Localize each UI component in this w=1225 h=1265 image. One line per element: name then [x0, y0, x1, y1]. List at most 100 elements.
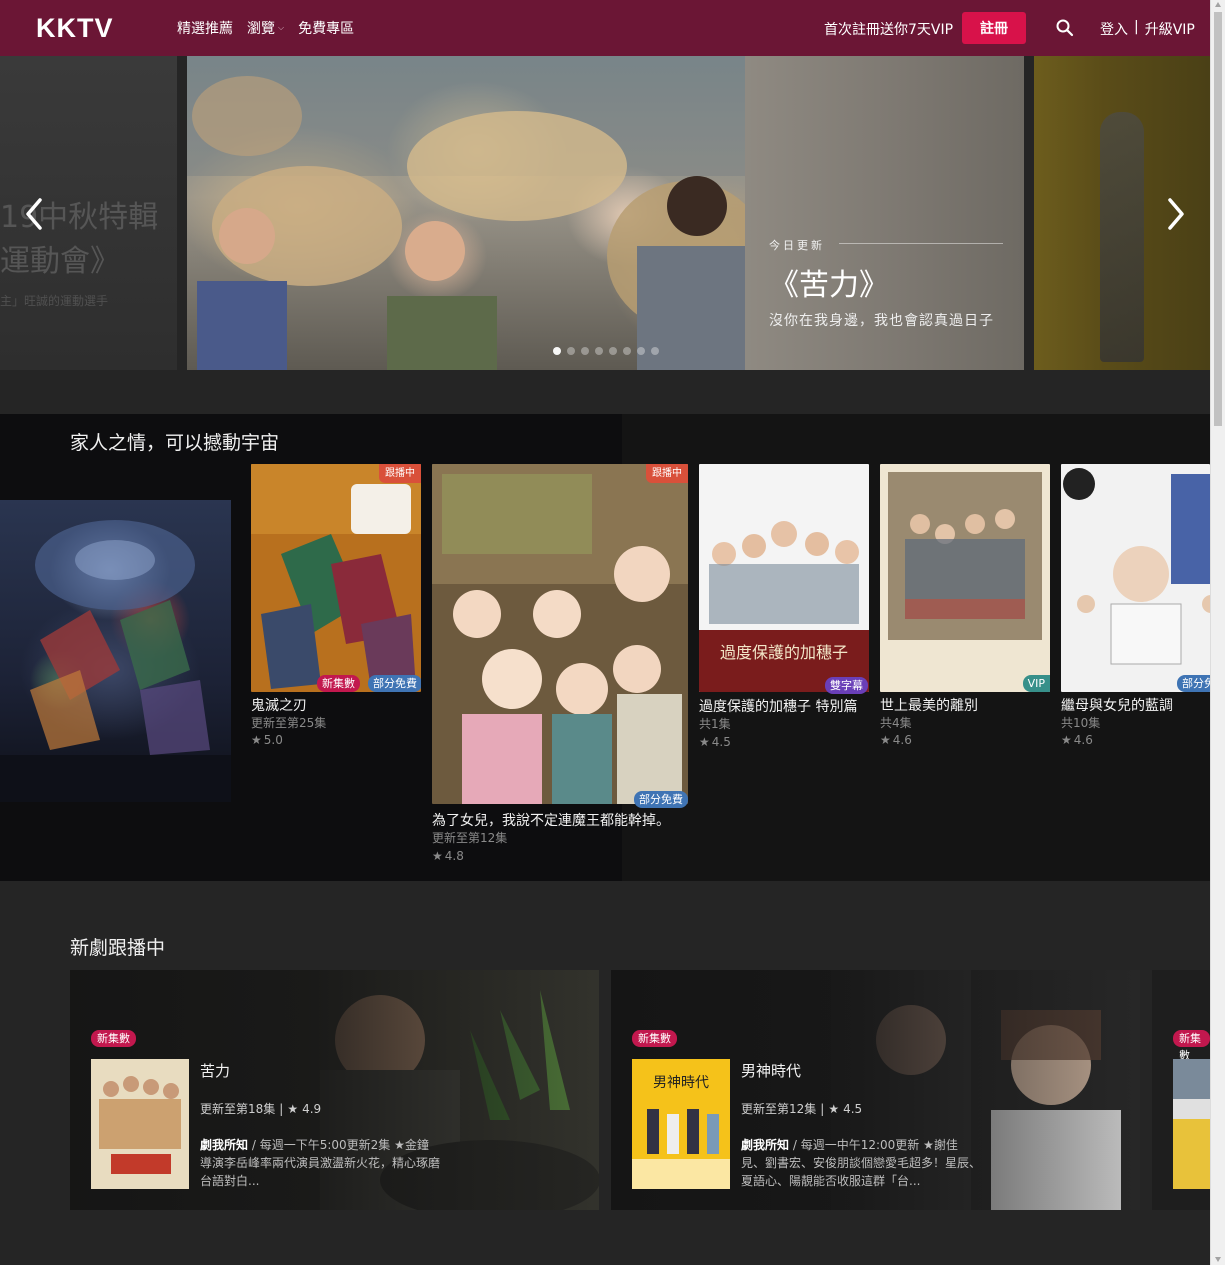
partial-free-badge: 部分免費 [1177, 675, 1210, 692]
hero-description: 沒你在我身邊，我也會認真過日子 [769, 313, 994, 329]
series-title: 男神時代 [741, 1062, 802, 1080]
airing-badge: 跟播中 [379, 464, 421, 483]
hero-active-slide[interactable]: 今日更新 《苦力》 沒你在我身邊，我也會認真過日子 [187, 56, 1024, 370]
series-episodes: 更新至第12集 [741, 1102, 817, 1116]
scroll-up-arrow-icon[interactable] [1215, 2, 1221, 7]
upgrade-vip-link[interactable]: 升級VIP [1145, 19, 1195, 39]
main-nav: 精選推薦 瀏覽 ⌵ 免費專區 [177, 18, 354, 38]
rating-value: 4.6 [1073, 733, 1093, 747]
series-meta: 更新至第18集 | ★ 4.9 [200, 1100, 321, 1117]
poster-image: 過度保護的加穗子 [699, 464, 869, 692]
partial-free-badge: 部分免費 [368, 675, 421, 692]
series-thumbnail [91, 1059, 189, 1189]
scrollbar-thumb[interactable] [1214, 12, 1222, 426]
star-icon: ★ [1061, 733, 1072, 747]
hero-title[interactable]: 《苦力》 [769, 260, 889, 304]
carousel-dot[interactable] [595, 347, 603, 355]
star-icon: ★ [828, 1101, 840, 1116]
nav-browse[interactable]: 瀏覽 ⌵ [247, 18, 284, 38]
title-card[interactable]: 部分免費 繼母與女兒的藍調 共10集 ★4.6 [1061, 464, 1210, 764]
nav-free-zone[interactable]: 免費專區 [298, 18, 354, 38]
new-episodes-badge: 新集數 [1173, 1030, 1210, 1062]
card-title: 鬼滅之刃 [251, 698, 307, 714]
card-title: 過度保護的加穗子 特別篇 [699, 699, 858, 715]
new-episodes-badge: 新集數 [317, 675, 360, 692]
title-card-featured[interactable]: 跟播中 部分免費 為了女兒，我說不定連魔王都能幹掉。 更新至第12集 ★ 4.8 [432, 464, 688, 874]
star-icon: ★ [432, 849, 443, 863]
kktv-logo[interactable]: KKTV [36, 13, 114, 44]
search-icon[interactable] [1055, 18, 1075, 38]
series-wide-card[interactable]: 新集數 男神時代 男神時代 更新至第12集 | ★ 4.5 劇我所知 / 每週一… [611, 970, 1140, 1210]
prev-slide-title-line2: 運動會》 [0, 244, 120, 279]
nav-featured[interactable]: 精選推薦 [177, 18, 233, 38]
rating-value: 4.6 [892, 733, 912, 747]
nav-featured-label: 精選推薦 [177, 21, 233, 37]
rating-value: 4.9 [302, 1101, 322, 1116]
vip-badge: VIP [1022, 675, 1050, 692]
card-episodes: 共4集 [880, 716, 912, 730]
hero-carousel: 19中秋特輯 運動會》 主」旺誠的運動選手 今日更新 《苦力》 沒你在我身邊，我… [0, 56, 1210, 370]
carousel-dot[interactable] [581, 347, 589, 355]
poster-art [251, 464, 421, 692]
card-episodes: 更新至第12集 [432, 831, 508, 845]
partial-free-badge: 部分免費 [634, 791, 688, 808]
carousel-dot[interactable] [609, 347, 617, 355]
star-icon: ★ [880, 733, 891, 747]
rating-value: 4.8 [444, 849, 464, 863]
nav-free-zone-label: 免費專區 [298, 21, 355, 37]
card-title: 為了女兒，我說不定連魔王都能幹掉。 [432, 813, 670, 829]
nav-browse-label: 瀏覽 [247, 21, 275, 37]
divider [839, 243, 1003, 244]
card-rating: ★ 4.6 [1061, 733, 1093, 747]
carousel-dot[interactable] [567, 347, 575, 355]
series-description: 劇我所知 / 每週一中午12:00更新 ★謝佳見、劉書宏、安俊朋談個戀愛毛超多！… [741, 1136, 981, 1190]
login-link[interactable]: 登入 [1100, 19, 1128, 39]
dual-subtitle-badge: 雙字幕 [825, 677, 868, 694]
page-scrollbar[interactable] [1210, 0, 1225, 1265]
card-episodes: 共10集 [1061, 716, 1101, 730]
poster-image: VIP [880, 464, 1050, 692]
poster-image: 跟播中 [432, 464, 688, 804]
poster-art [432, 464, 688, 804]
card-title: 繼母與女兒的藍調 [1061, 698, 1173, 714]
series-wide-card[interactable]: 新集數 [1152, 970, 1210, 1210]
collection-feature-art[interactable] [0, 500, 231, 802]
poster-image: 跟播中 新集數 部分免費 [251, 464, 421, 692]
series-wide-card[interactable]: 新集數 苦力 更新至第18集 | ★ 4.9 劇我所知 / 每週一下午5:00更… [70, 970, 599, 1210]
svg-text:過度保護的加穗子: 過度保護的加穗子 [720, 643, 848, 662]
section-title: 家人之情，可以撼動宇宙 [70, 432, 280, 454]
star-icon: ★ [699, 735, 710, 749]
carousel-dot[interactable] [637, 347, 645, 355]
title-card[interactable]: 跟播中 新集數 部分免費 鬼滅之刃 更新至第25集 ★ 5.0 [251, 464, 421, 764]
new-episodes-badge: 新集數 [91, 1030, 136, 1047]
carousel-dot[interactable] [651, 347, 659, 355]
collection-section: 家人之情，可以撼動宇宙 跟播中 新集數 部分免費 鬼滅之刃 更新至第25集 ★ … [0, 414, 1210, 881]
chevron-left-icon[interactable] [20, 194, 50, 234]
card-rating: ★ 5.0 [251, 733, 283, 747]
carousel-dot[interactable] [623, 347, 631, 355]
carousel-dots [553, 347, 659, 355]
title-card[interactable]: VIP 世上最美的離別 共4集 ★ 4.6 [880, 464, 1050, 764]
carousel-dot[interactable] [553, 347, 561, 355]
title-card[interactable]: 過度保護的加穗子 雙字幕 過度保護的加穗子 特別篇 共1集 ★ 4.5 [699, 464, 869, 764]
account-links: 登入 | 升級VIP [1100, 19, 1195, 39]
poster-image: 部分免費 [1061, 464, 1210, 692]
top-navbar: KKTV 精選推薦 瀏覽 ⌵ 免費專區 首次註冊送你7天VIP 註冊 登入 | 升… [0, 0, 1210, 56]
scroll-down-arrow-icon[interactable] [1215, 1257, 1221, 1262]
thumbnail-art [1173, 1059, 1210, 1189]
series-episodes: 更新至第18集 [200, 1102, 276, 1116]
star-icon: ★ [287, 1101, 299, 1116]
rating-value: 4.5 [711, 735, 731, 749]
series-thumbnail [1173, 1059, 1210, 1189]
poster-art: 過度保護的加穗子 [699, 464, 869, 692]
series-meta: 更新至第12集 | ★ 4.5 [741, 1100, 862, 1117]
feature-art-scene [0, 520, 231, 802]
card-rating: ★ 4.6 [880, 733, 912, 747]
chevron-right-icon[interactable] [1160, 194, 1190, 234]
divider: | [1134, 19, 1139, 35]
card-rating: ★ 4.5 [699, 735, 731, 749]
register-button[interactable]: 註冊 [962, 12, 1026, 44]
star-icon: ★ [251, 733, 262, 747]
series-description: 劇我所知 / 每週一下午5:00更新2集 ★金鐘導演李岳峰率兩代演員激盪新火花，… [200, 1136, 440, 1190]
card-episodes: 更新至第25集 [251, 716, 327, 730]
